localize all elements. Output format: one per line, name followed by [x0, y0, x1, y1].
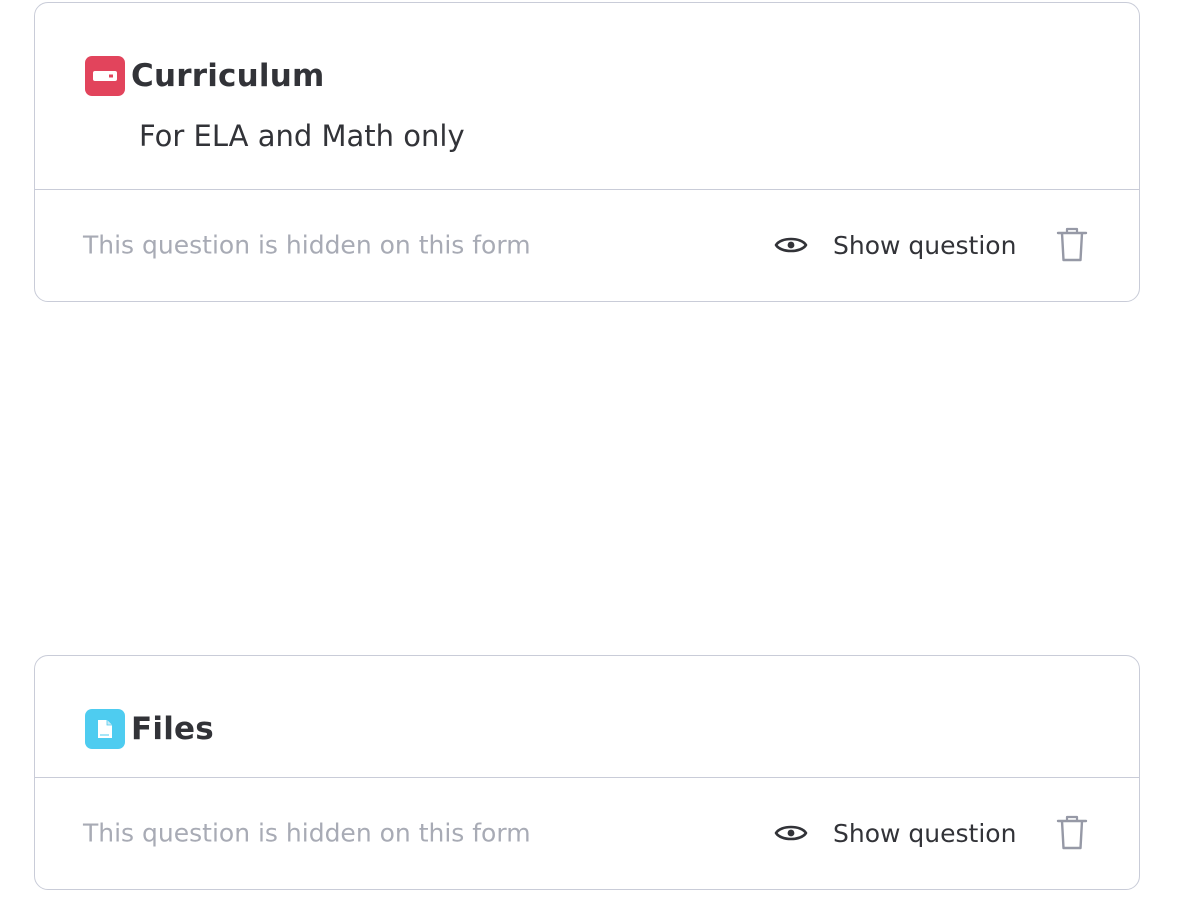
question-title-row: Files	[85, 708, 214, 750]
hidden-status-text: This question is hidden on this form	[83, 818, 531, 848]
hidden-status-text: This question is hidden on this form	[83, 230, 531, 260]
text-column-icon	[85, 56, 125, 96]
trash-icon	[1056, 815, 1088, 850]
question-card-curriculum: Curriculum For ELA and Math only This qu…	[34, 2, 1140, 302]
question-title: Curriculum	[131, 58, 325, 94]
question-card-files: Files This question is hidden on this fo…	[34, 655, 1140, 890]
trash-icon	[1056, 227, 1088, 262]
delete-button[interactable]	[1053, 225, 1091, 265]
eye-icon	[773, 815, 809, 851]
show-question-label: Show question	[833, 818, 1017, 848]
question-title: Files	[131, 711, 214, 747]
question-footer: This question is hidden on this form Sho…	[35, 778, 1139, 888]
question-description: For ELA and Math only	[139, 119, 465, 153]
eye-icon	[773, 227, 809, 263]
show-question-button[interactable]: Show question	[773, 811, 1016, 855]
delete-button[interactable]	[1053, 813, 1091, 853]
show-question-label: Show question	[833, 230, 1017, 260]
file-column-icon	[85, 709, 125, 749]
show-question-button[interactable]: Show question	[773, 223, 1016, 267]
question-header: Files	[35, 656, 1139, 778]
question-footer: This question is hidden on this form Sho…	[35, 190, 1139, 300]
question-header: Curriculum For ELA and Math only	[35, 3, 1139, 190]
question-title-row: Curriculum	[85, 55, 324, 97]
